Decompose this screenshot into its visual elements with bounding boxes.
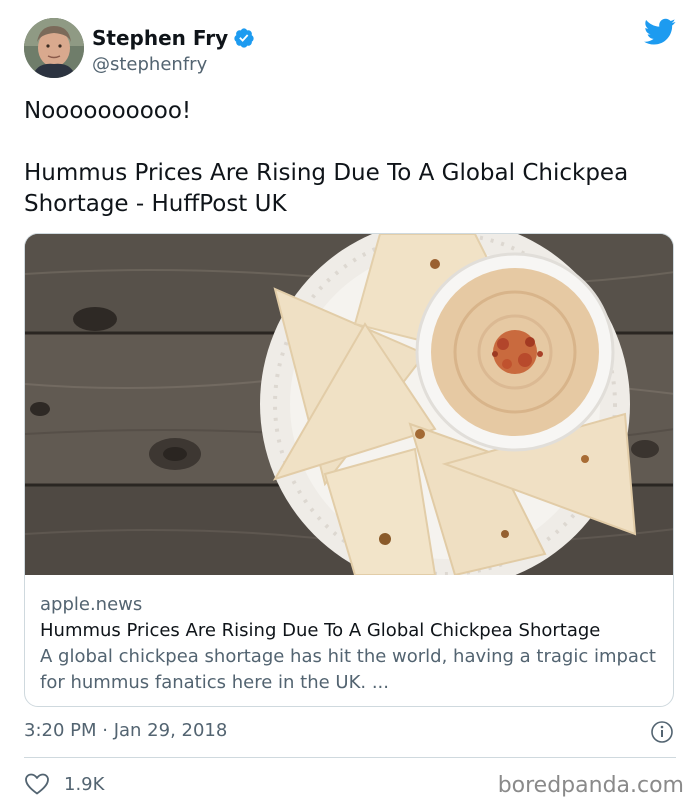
- like-row: 1.9K: [24, 772, 104, 796]
- info-icon[interactable]: [650, 720, 674, 744]
- avatar[interactable]: [24, 18, 84, 78]
- hummus-pita-image: [25, 234, 673, 575]
- heart-icon[interactable]: [24, 772, 50, 796]
- user-handle[interactable]: @stephenfry: [92, 54, 207, 75]
- like-count: 1.9K: [64, 773, 105, 795]
- tweet-timestamp[interactable]: 3:20 PM · Jan 29, 2018: [24, 720, 227, 741]
- card-title[interactable]: Hummus Prices Are Rising Due To A Global…: [40, 618, 660, 644]
- tweet-line-headline: Hummus Prices Are Rising Due To A Global…: [24, 160, 629, 217]
- display-name[interactable]: Stephen Fry: [92, 26, 228, 50]
- card-description: A global chickpea shortage has hit the w…: [40, 646, 656, 693]
- tweet-header: Stephen Fry @stephenfry: [24, 18, 676, 80]
- link-card[interactable]: apple.news Hummus Prices Are Rising Due …: [24, 233, 674, 707]
- verified-badge-icon: [234, 28, 254, 48]
- twitter-bird-icon[interactable]: [644, 18, 676, 46]
- card-meta: apple.news Hummus Prices Are Rising Due …: [40, 592, 660, 696]
- name-row: Stephen Fry: [92, 26, 255, 50]
- card-domain: apple.news: [40, 594, 143, 615]
- tweet-line-exclamation: Noooooooooo!: [24, 98, 192, 124]
- watermark: boredpanda.com: [497, 773, 684, 798]
- tweet-text: Noooooooooo! Hummus Prices Are Rising Du…: [24, 96, 674, 220]
- divider: [24, 757, 676, 758]
